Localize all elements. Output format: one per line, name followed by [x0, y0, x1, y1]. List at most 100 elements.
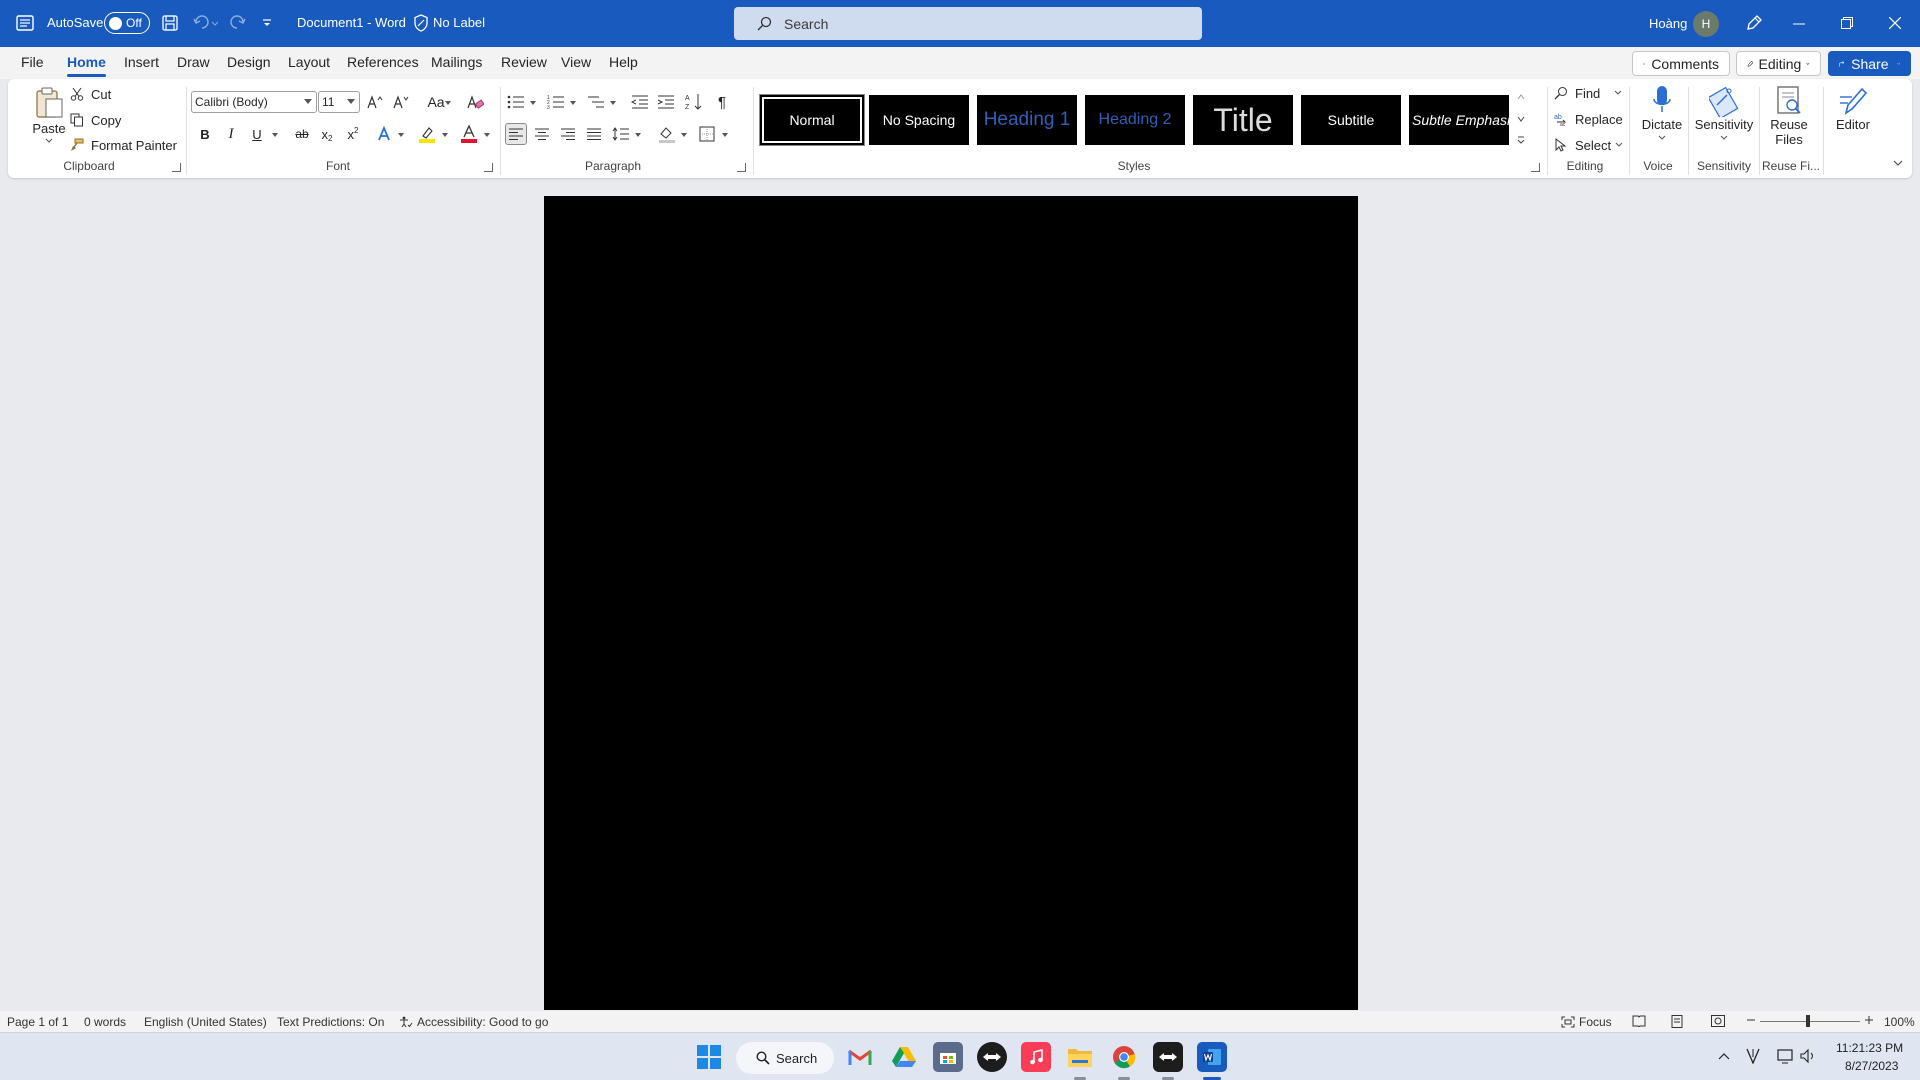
style-title[interactable]: Title: [1193, 95, 1293, 145]
bullets-icon[interactable]: [505, 91, 527, 113]
align-right-icon[interactable]: [557, 123, 579, 145]
chevron-down-icon[interactable]: [681, 133, 687, 137]
word-count[interactable]: 0 words: [84, 1015, 126, 1029]
tab-mailings[interactable]: Mailings: [431, 54, 482, 70]
sensitivity-label-text[interactable]: No Label: [433, 15, 485, 30]
multilevel-list-icon[interactable]: [585, 91, 607, 113]
sensitivity-button[interactable]: Sensitivity: [1692, 85, 1756, 141]
reuse-files-button[interactable]: Reuse Files: [1764, 85, 1814, 147]
style-heading-2[interactable]: Heading 2: [1085, 95, 1185, 145]
chevron-down-icon[interactable]: [272, 133, 278, 137]
user-name[interactable]: Hoàng: [1649, 16, 1687, 31]
underline-button[interactable]: U: [246, 123, 268, 145]
chevron-down-icon[interactable]: [570, 101, 576, 105]
show-formatting-button[interactable]: ¶: [711, 91, 733, 113]
comments-button[interactable]: Comments: [1632, 51, 1730, 76]
zoom-level[interactable]: 100%: [1884, 1015, 1915, 1029]
itunes-music-icon[interactable]: [1021, 1042, 1051, 1072]
tab-draw[interactable]: Draw: [177, 54, 210, 70]
tab-references[interactable]: References: [347, 54, 419, 70]
accessibility-status[interactable]: Accessibility: Good to go: [399, 1015, 548, 1029]
share-button[interactable]: Share: [1828, 51, 1911, 76]
editor-button[interactable]: Editor: [1828, 85, 1878, 132]
chevron-up-icon[interactable]: [1718, 1052, 1730, 1060]
chevron-down-icon[interactable]: [484, 133, 490, 137]
chevron-down-icon[interactable]: [398, 133, 404, 137]
style-no-spacing[interactable]: No Spacing: [869, 95, 969, 145]
styles-launcher-icon[interactable]: [1531, 163, 1540, 172]
shrink-font-icon[interactable]: [390, 91, 412, 113]
focus-button[interactable]: Focus: [1561, 1015, 1612, 1029]
google-drive-icon[interactable]: [889, 1042, 919, 1072]
format-painter-button[interactable]: Format Painter: [69, 137, 177, 153]
taskbar-search[interactable]: Search: [736, 1042, 834, 1074]
tab-insert[interactable]: Insert: [124, 54, 159, 70]
subscript-button[interactable]: x2: [316, 123, 338, 145]
copy-button[interactable]: Copy: [69, 112, 121, 128]
tab-review[interactable]: Review: [501, 54, 547, 70]
zoom-slider[interactable]: [1760, 1021, 1860, 1022]
save-icon[interactable]: [161, 14, 179, 32]
undo-icon[interactable]: [192, 14, 218, 32]
grow-font-icon[interactable]: [364, 91, 386, 113]
style-normal[interactable]: Normal: [760, 95, 864, 145]
numbering-icon[interactable]: 123: [545, 91, 567, 113]
text-predictions-status[interactable]: Text Predictions: On: [277, 1015, 384, 1029]
increase-indent-icon[interactable]: [655, 91, 677, 113]
chevron-down-icon[interactable]: [635, 133, 641, 137]
collapse-ribbon-icon[interactable]: [1893, 159, 1903, 167]
font-launcher-icon[interactable]: [484, 163, 493, 172]
replace-button[interactable]: ab ac Replace: [1553, 111, 1623, 127]
justify-icon[interactable]: [583, 123, 605, 145]
shading-icon[interactable]: [656, 123, 678, 145]
decrease-indent-icon[interactable]: [629, 91, 651, 113]
search-input[interactable]: Search: [734, 7, 1202, 40]
language-status[interactable]: English (United States): [144, 1015, 267, 1029]
web-layout-icon[interactable]: [1711, 1015, 1725, 1027]
clock-time[interactable]: 11:21:23 PM: [1836, 1041, 1903, 1055]
tab-home[interactable]: Home: [67, 54, 106, 77]
tab-help[interactable]: Help: [609, 54, 638, 70]
restore-icon[interactable]: [1841, 17, 1853, 29]
redo-icon[interactable]: [229, 14, 247, 32]
word-app-icon[interactable]: [16, 15, 34, 31]
volume-icon[interactable]: [1800, 1048, 1816, 1064]
align-left-icon[interactable]: [505, 123, 527, 145]
superscript-button[interactable]: x2: [342, 123, 364, 145]
paragraph-launcher-icon[interactable]: [737, 163, 746, 172]
zoom-in-icon[interactable]: [1864, 1015, 1874, 1025]
avatar[interactable]: H: [1693, 11, 1719, 37]
style-subtle-emphasis[interactable]: Subtle Emphasis: [1409, 95, 1509, 145]
paste-button[interactable]: Paste: [24, 87, 74, 144]
read-mode-icon[interactable]: [1632, 1015, 1646, 1027]
page-count[interactable]: Page 1 of 1: [7, 1015, 68, 1029]
chevron-down-icon[interactable]: [445, 101, 451, 105]
windows-start-icon[interactable]: [697, 1045, 721, 1069]
editing-mode-button[interactable]: Editing: [1736, 51, 1821, 76]
pen-icon[interactable]: [1744, 13, 1764, 33]
styles-scroll-down-icon[interactable]: [1516, 115, 1526, 123]
document-title[interactable]: Document1 - Word: [297, 15, 406, 30]
vpn-icon[interactable]: [1746, 1048, 1760, 1064]
line-spacing-icon[interactable]: [610, 123, 632, 145]
dictate-button[interactable]: Dictate: [1639, 85, 1685, 141]
tab-view[interactable]: View: [561, 54, 591, 70]
style-heading-1[interactable]: Heading 1: [977, 95, 1077, 145]
align-center-icon[interactable]: [531, 123, 553, 145]
sensitivity-label-icon[interactable]: [413, 14, 429, 32]
clipboard-launcher-icon[interactable]: [172, 163, 181, 172]
zoom-slider-thumb[interactable]: [1806, 1015, 1810, 1027]
teamviewer-running-icon[interactable]: [1153, 1042, 1183, 1072]
autosave-toggle[interactable]: Off: [104, 12, 150, 34]
chevron-down-icon[interactable]: [722, 133, 728, 137]
find-button[interactable]: Find: [1553, 85, 1622, 101]
print-layout-icon[interactable]: [1671, 1015, 1683, 1028]
font-name-dropdown[interactable]: Calibri (Body): [191, 91, 317, 113]
network-icon[interactable]: [1777, 1048, 1793, 1064]
style-subtitle[interactable]: Subtitle: [1301, 95, 1401, 145]
teamviewer-icon[interactable]: [977, 1042, 1007, 1072]
clear-formatting-icon[interactable]: [464, 91, 486, 113]
styles-more-icon[interactable]: [1516, 135, 1526, 145]
clock-date[interactable]: 8/27/2023: [1845, 1059, 1898, 1073]
tab-design[interactable]: Design: [227, 54, 271, 70]
